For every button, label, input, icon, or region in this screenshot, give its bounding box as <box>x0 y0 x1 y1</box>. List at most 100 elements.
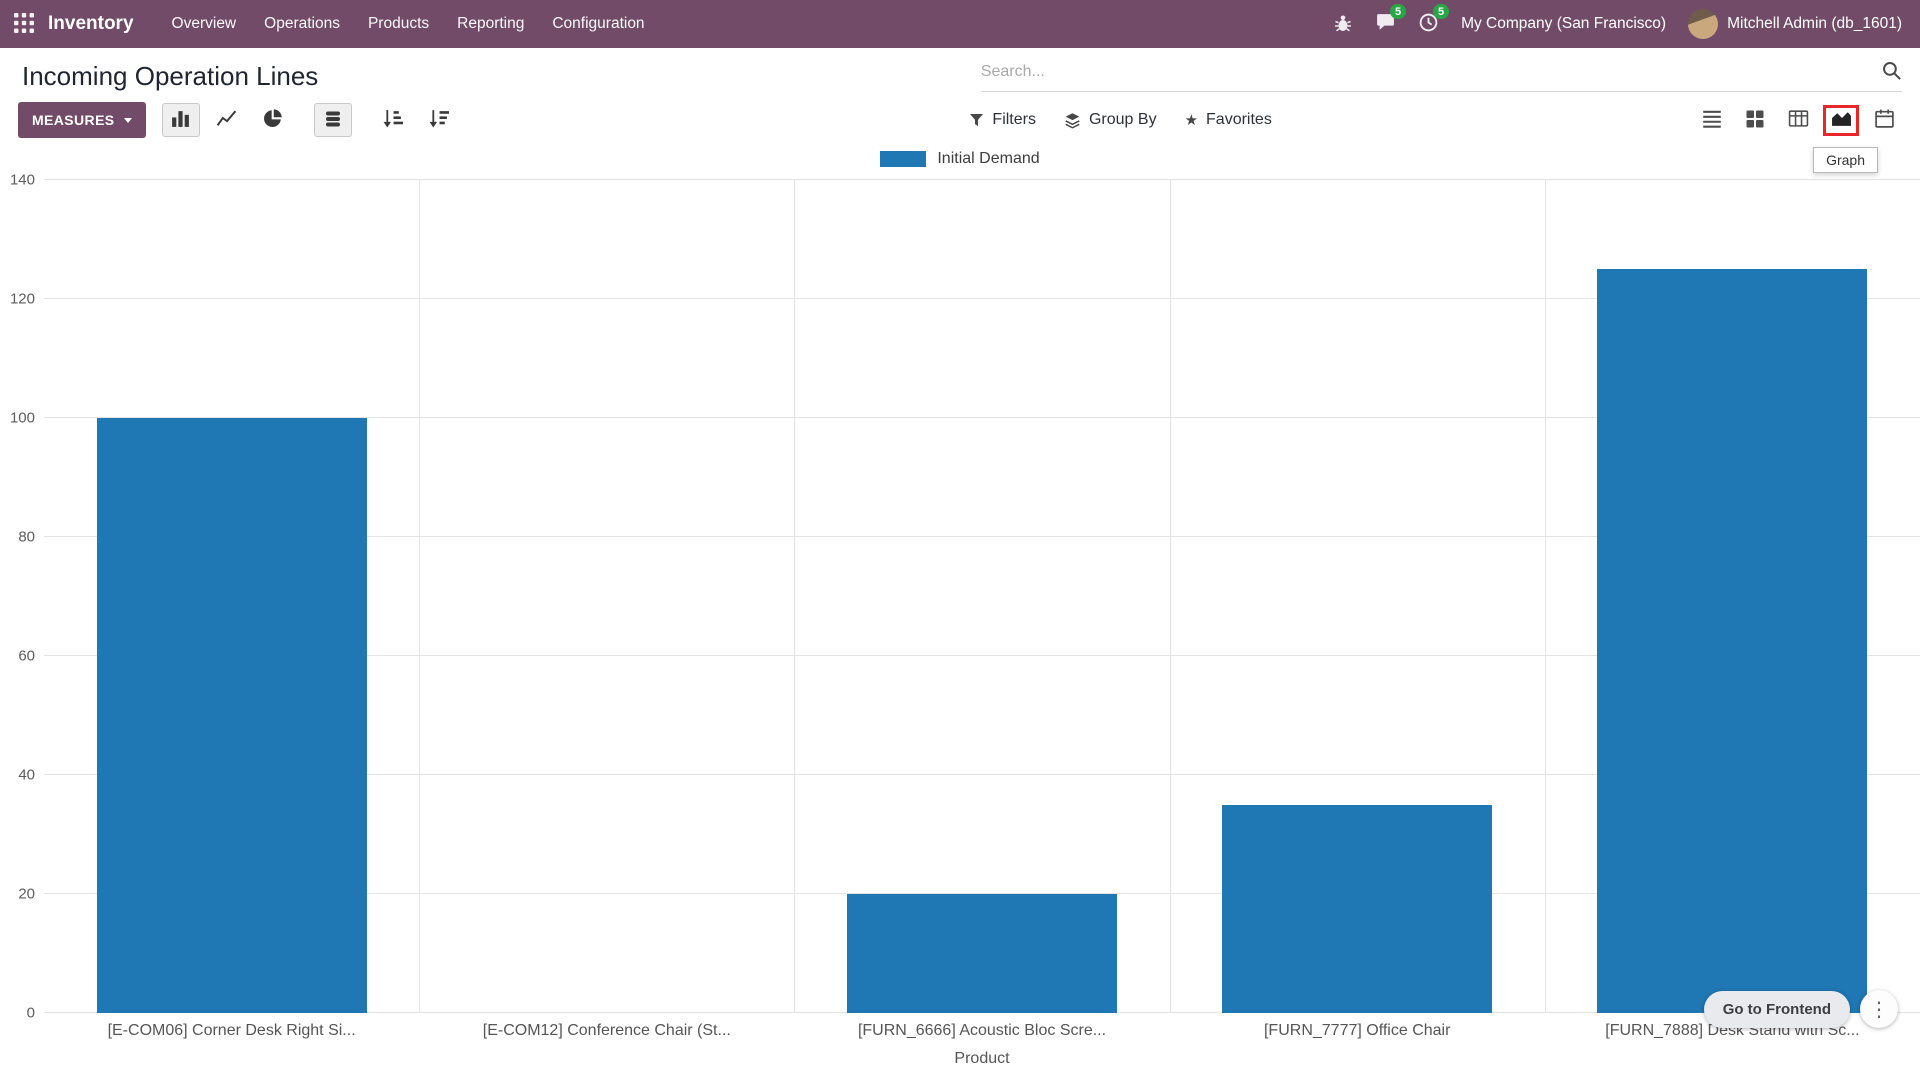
search-facets: Filters Group By ★ Favorites <box>969 111 1271 129</box>
chart-legend[interactable]: Initial Demand <box>0 144 1920 180</box>
list-icon <box>1701 108 1723 133</box>
x-axis-label: [FURN_6666] Acoustic Bloc Scre... <box>794 1022 1169 1040</box>
legend-label: Initial Demand <box>937 150 1039 168</box>
calendar-icon <box>1874 108 1895 132</box>
control-panel-header: Incoming Operation Lines <box>0 48 1920 92</box>
navbar-right: 5 5 My Company (San Francisco) Mitchell … <box>1333 9 1902 39</box>
menu-reporting[interactable]: Reporting <box>443 0 538 48</box>
graph-toolbar: MEASURES <box>0 92 1920 144</box>
sort-ascending-button[interactable] <box>374 103 412 137</box>
top-navbar: Inventory Overview Operations Products R… <box>0 0 1920 48</box>
chevron-down-icon <box>124 118 132 123</box>
main-menu: Overview Operations Products Reporting C… <box>158 0 659 48</box>
gridline-x-3 <box>1170 180 1171 1013</box>
pie-chart-mode-button[interactable] <box>254 103 292 137</box>
graph-tooltip: Graph <box>1813 147 1878 173</box>
menu-products[interactable]: Products <box>354 0 443 48</box>
menu-configuration[interactable]: Configuration <box>538 0 658 48</box>
kebab-menu-icon: ⋮ <box>1869 997 1889 1022</box>
kanban-icon <box>1745 109 1765 132</box>
search-bar <box>981 60 1902 92</box>
star-icon: ★ <box>1185 113 1198 128</box>
debug-button[interactable] <box>1333 13 1353 36</box>
user-menu[interactable]: Mitchell Admin (db_1601) <box>1688 9 1902 39</box>
sort-ascending-icon <box>382 108 403 132</box>
x-axis-label: [E-COM12] Conference Chair (St... <box>419 1022 794 1040</box>
bar-2[interactable] <box>847 894 1117 1013</box>
user-name: Mitchell Admin (db_1601) <box>1727 15 1902 33</box>
activities-badge: 5 <box>1433 4 1449 19</box>
company-switcher[interactable]: My Company (San Francisco) <box>1461 15 1666 33</box>
gridline-x-2 <box>794 180 795 1013</box>
bar-3[interactable] <box>1222 805 1492 1013</box>
stacked-icon <box>323 109 343 132</box>
app-brand[interactable]: Inventory <box>48 13 134 35</box>
measures-label: MEASURES <box>32 112 115 128</box>
x-axis-label: [E-COM06] Corner Desk Right Si... <box>44 1022 419 1040</box>
gridline-x-1 <box>419 180 420 1013</box>
bar-0[interactable] <box>97 418 367 1013</box>
line-chart-mode-button[interactable] <box>208 103 246 137</box>
bug-icon <box>1333 13 1353 36</box>
overlay-buttons: Go to Frontend ⋮ <box>1704 990 1898 1028</box>
x-axis-labels: [E-COM06] Corner Desk Right Si...[E-COM1… <box>44 1013 1920 1042</box>
x-axis-title: Product <box>44 1042 1920 1080</box>
y-tick-label: 140 <box>10 172 35 189</box>
pivot-table-icon <box>1788 108 1809 132</box>
overlay-kebab-button[interactable]: ⋮ <box>1860 990 1898 1028</box>
filters-button[interactable]: Filters <box>969 111 1036 129</box>
list-view-button[interactable] <box>1694 105 1730 136</box>
messages-button[interactable]: 5 <box>1375 12 1396 36</box>
graph-view-button[interactable] <box>1823 105 1859 136</box>
sort-descending-button[interactable] <box>420 103 458 137</box>
menu-operations[interactable]: Operations <box>250 0 354 48</box>
bar-4[interactable] <box>1597 269 1867 1013</box>
y-tick-label: 100 <box>10 410 35 427</box>
layers-icon <box>1064 112 1081 129</box>
search-input[interactable] <box>981 63 1881 81</box>
plot-area <box>44 180 1920 1013</box>
y-tick-label: 20 <box>18 886 35 903</box>
legend-swatch <box>880 151 926 167</box>
y-tick-label: 0 <box>27 1005 35 1022</box>
y-axis: 020406080100120140 <box>0 180 44 1013</box>
gridline-x-4 <box>1545 180 1546 1013</box>
activities-button[interactable]: 5 <box>1418 12 1439 36</box>
group-by-label: Group By <box>1089 111 1157 129</box>
pivot-view-button[interactable] <box>1780 105 1816 136</box>
y-tick-label: 120 <box>10 291 35 308</box>
avatar <box>1688 9 1718 39</box>
menu-overview[interactable]: Overview <box>158 0 251 48</box>
chart-body: 020406080100120140 <box>0 180 1920 1013</box>
line-chart-icon <box>216 108 237 132</box>
bar-chart-mode-button[interactable] <box>162 103 200 137</box>
area-chart-icon <box>1831 108 1852 132</box>
graph-controls: MEASURES <box>18 102 458 138</box>
measures-button[interactable]: MEASURES <box>18 102 146 138</box>
favorites-label: Favorites <box>1206 111 1272 129</box>
page-title: Incoming Operation Lines <box>22 61 318 92</box>
gridline-y-140 <box>44 179 1920 180</box>
y-tick-label: 60 <box>18 648 35 665</box>
search-submit-button[interactable] <box>1881 60 1902 84</box>
sort-descending-icon <box>428 108 449 132</box>
x-axis-label: [FURN_7777] Office Chair <box>1170 1022 1545 1040</box>
bar-chart: Initial Demand 0 20 40 60 80 100 120 140 [E-COM… <box>0 144 1920 1080</box>
search-icon <box>1881 60 1902 84</box>
favorites-button[interactable]: ★ Favorites <box>1185 111 1272 129</box>
y-tick-label: 80 <box>18 529 35 546</box>
apps-grid-icon <box>14 13 34 36</box>
stacked-toggle-button[interactable] <box>314 103 352 137</box>
apps-menu-button[interactable] <box>0 0 48 48</box>
group-by-button[interactable]: Group By <box>1064 111 1157 129</box>
bar-chart-icon <box>170 108 191 132</box>
kanban-view-button[interactable] <box>1737 105 1773 136</box>
toolbar-right: Filters Group By ★ Favorites <box>969 105 1902 136</box>
view-switcher: Graph <box>1694 105 1902 136</box>
filter-funnel-icon <box>969 113 984 128</box>
go-to-frontend-button[interactable]: Go to Frontend <box>1704 991 1850 1028</box>
filters-label: Filters <box>992 111 1036 129</box>
calendar-view-button[interactable] <box>1866 105 1902 136</box>
y-tick-label: 40 <box>18 767 35 784</box>
pie-chart-icon <box>262 108 283 132</box>
